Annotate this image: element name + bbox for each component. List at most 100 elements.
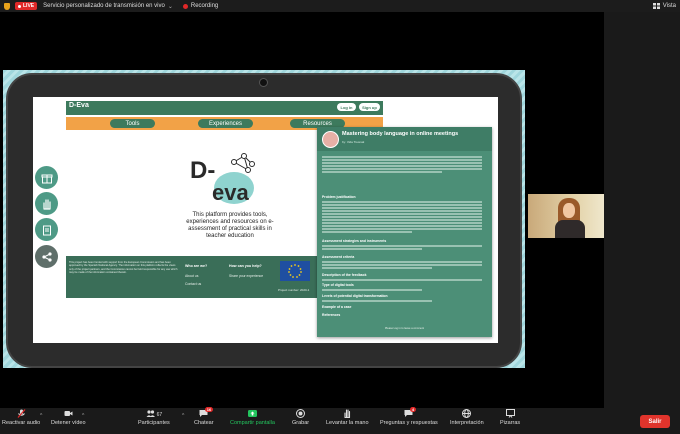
participants-icon <box>146 410 155 417</box>
share-button[interactable] <box>35 245 58 268</box>
text-line <box>322 210 482 212</box>
audio-options-caret[interactable]: ^ <box>40 413 42 419</box>
panel-author: by: Vida Tresnak <box>342 140 365 144</box>
text-line <box>322 204 482 206</box>
raise-hand-label: Levantar la mano <box>326 420 369 426</box>
footer-who-heading: Who are we? <box>185 264 208 268</box>
text-line <box>322 207 482 209</box>
record-dot-icon <box>182 3 188 9</box>
mic-muted-icon <box>17 409 26 418</box>
share-screen-icon <box>247 410 257 417</box>
section-heading: Levels of potential digital transformati… <box>322 294 388 298</box>
site-logo[interactable]: D-Eva <box>69 102 89 109</box>
chevron-down-icon[interactable]: ⌄ <box>168 3 173 10</box>
chat-button[interactable]: 16 Chatear <box>194 407 214 426</box>
whiteboard-icon <box>505 409 515 418</box>
chat-badge: 16 <box>205 407 213 412</box>
chat-label: Chatear <box>194 420 214 426</box>
network-icon <box>231 153 255 173</box>
participant-video-thumbnail[interactable] <box>528 194 604 238</box>
globe-icon <box>462 409 472 418</box>
section-heading: Description of the feedback <box>322 273 367 277</box>
hand-button[interactable] <box>35 192 58 215</box>
participants-button[interactable]: 67 Participantes <box>138 409 170 426</box>
section-heading: Assessment criteria <box>322 255 355 259</box>
text-line <box>322 159 482 161</box>
interpretation-label: Interpretación <box>450 420 484 426</box>
live-label: LIVE <box>23 3 35 9</box>
signup-button[interactable]: Sign up <box>359 103 380 111</box>
stream-title[interactable]: Servicio personalizado de transmisión en… <box>43 3 165 9</box>
gift-icon <box>41 174 52 183</box>
text-line <box>322 168 482 170</box>
video-options-caret[interactable]: ^ <box>82 413 84 419</box>
stop-video-label: Detener vídeo <box>51 420 86 426</box>
stop-video-button[interactable]: Detener vídeo <box>51 409 86 426</box>
top-bar: LIVE Servicio personalizado de transmisi… <box>0 0 680 12</box>
recording-indicator: Recording <box>182 3 218 9</box>
text-line <box>322 201 482 203</box>
whiteboard-label: Pizarras <box>500 420 521 426</box>
video-icon <box>64 411 73 416</box>
footer-help-heading: How can you help? <box>229 264 262 268</box>
raise-hand-button[interactable]: Levantar la mano <box>326 409 369 426</box>
footer-share-link[interactable]: Share your experience <box>229 274 263 278</box>
hand-icon <box>42 198 51 210</box>
nav-experiences[interactable]: Experiences <box>198 119 253 128</box>
panel-header: Mastering body language in online meetin… <box>317 127 492 151</box>
text-line <box>322 225 482 227</box>
eu-flag-icon <box>280 261 310 281</box>
section-heading: Type of digital tools <box>322 283 354 287</box>
qa-button[interactable]: 4 Preguntas y respuestas <box>380 407 438 426</box>
record-label: Grabar <box>292 420 310 426</box>
project-number: Project number: 2020-1 <box>278 288 310 292</box>
text-line <box>322 248 422 250</box>
text-line <box>322 222 482 224</box>
qa-badge: 4 <box>410 407 416 412</box>
qa-icon-wrap: 4 <box>404 407 416 418</box>
record-button[interactable]: Grabar <box>292 409 309 426</box>
section-heading: Problem justification <box>322 195 356 199</box>
footer-contact-link[interactable]: Contact us <box>185 282 201 286</box>
participants-icon-row: 67 <box>146 409 163 420</box>
grid-view-icon <box>652 3 660 9</box>
share-screen-button[interactable]: Compartir pantalla <box>230 409 275 426</box>
nav-tools[interactable]: Tools <box>110 119 155 128</box>
text-line <box>322 267 432 269</box>
share-icon <box>41 251 52 262</box>
panel-login-prompt[interactable]: Please Log in to leave a comment <box>317 327 492 330</box>
leave-button[interactable]: Salir <box>640 415 670 428</box>
record-icon <box>296 409 306 418</box>
whiteboard-button[interactable]: Pizarras <box>500 409 520 426</box>
footer-about-link[interactable]: About us <box>185 274 198 278</box>
participant-count: 67 <box>156 411 163 418</box>
text-line <box>322 231 412 233</box>
text-line <box>322 279 482 281</box>
participants-options-caret[interactable]: ^ <box>182 413 184 419</box>
live-badge[interactable]: LIVE <box>15 2 38 10</box>
gift-button[interactable] <box>35 166 58 189</box>
site-footer: This project has been funded with suppor… <box>66 256 318 298</box>
document-button[interactable] <box>35 218 58 241</box>
author-avatar <box>322 131 339 148</box>
meeting-toolbar: Reactivar audio ^ Detener vídeo ^ 67 Par… <box>0 407 680 434</box>
footer-disclaimer: This project has been funded with suppor… <box>69 261 178 275</box>
participants-label: Participantes <box>138 420 170 426</box>
camera-icon <box>259 78 268 87</box>
text-line <box>322 162 482 164</box>
text-line <box>322 165 482 167</box>
interpretation-button[interactable]: Interpretación <box>450 409 484 426</box>
shield-icon[interactable] <box>4 2 10 10</box>
clipboard-icon <box>42 225 51 235</box>
unmute-button[interactable]: Reactivar audio <box>2 409 40 426</box>
qa-label: Preguntas y respuestas <box>380 420 438 426</box>
view-button[interactable]: Vista <box>652 0 676 12</box>
raise-hand-icon <box>344 409 350 418</box>
chat-icon-wrap: 16 <box>199 407 213 418</box>
text-line <box>322 156 482 158</box>
text-line <box>322 289 422 291</box>
experience-detail-panel: Mastering body language in online meetin… <box>317 127 492 337</box>
text-line <box>322 300 432 302</box>
login-button[interactable]: Log in <box>337 103 356 111</box>
panel-title: Mastering body language in online meetin… <box>342 131 459 137</box>
